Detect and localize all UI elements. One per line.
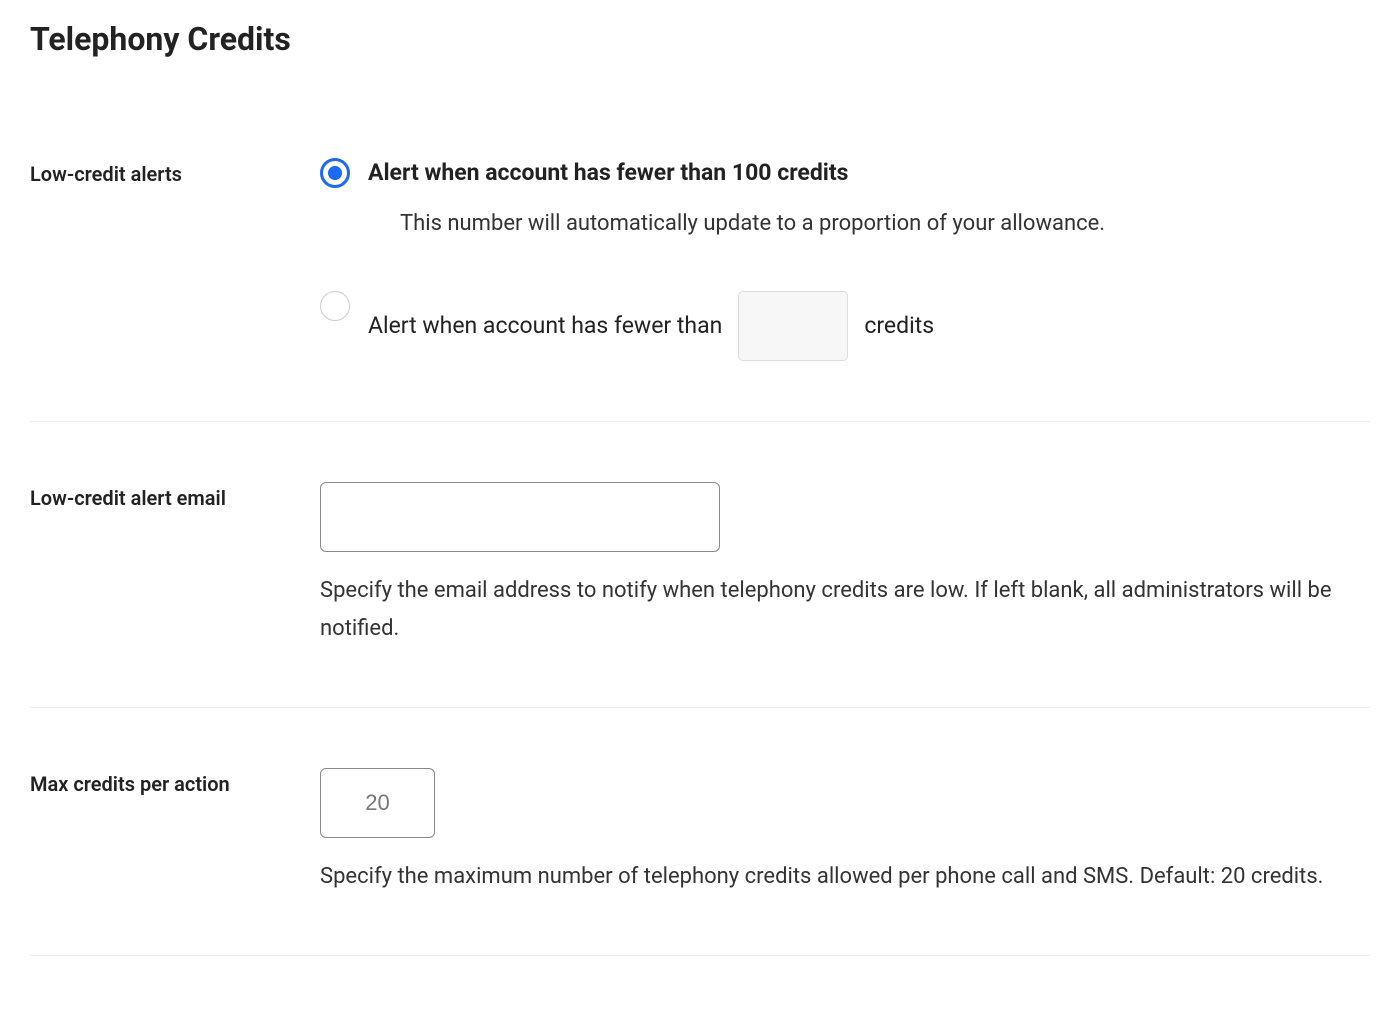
page-title: Telephony Credits <box>30 20 1370 58</box>
alert-option-custom-label: Alert when account has fewer than credit… <box>368 291 1370 361</box>
max-credits-label: Max credits per action <box>30 768 320 796</box>
alert-option-custom-prefix: Alert when account has fewer than <box>368 311 722 341</box>
max-credits-input[interactable] <box>320 768 435 838</box>
alert-email-input[interactable] <box>320 482 720 552</box>
low-credit-alerts-row: Low-credit alerts Alert when account has… <box>30 158 1370 422</box>
max-credits-row: Max credits per action Specify the maxim… <box>30 768 1370 956</box>
alert-option-custom[interactable]: Alert when account has fewer than credit… <box>320 291 1370 361</box>
alert-email-label: Low-credit alert email <box>30 482 320 510</box>
alert-custom-credits-input[interactable] <box>738 291 848 361</box>
low-credit-alerts-label: Low-credit alerts <box>30 158 320 186</box>
alert-email-row: Low-credit alert email Specify the email… <box>30 482 1370 708</box>
low-credit-alerts-content: Alert when account has fewer than 100 cr… <box>320 158 1370 361</box>
alert-email-content: Specify the email address to notify when… <box>320 482 1370 647</box>
alert-option-auto[interactable]: Alert when account has fewer than 100 cr… <box>320 158 1370 241</box>
alert-option-custom-suffix: credits <box>864 311 934 341</box>
alert-option-auto-label: Alert when account has fewer than 100 cr… <box>368 158 1370 188</box>
alert-option-auto-radio[interactable] <box>320 158 350 188</box>
max-credits-help: Specify the maximum number of telephony … <box>320 858 1370 895</box>
max-credits-content: Specify the maximum number of telephony … <box>320 768 1370 895</box>
alert-email-help: Specify the email address to notify when… <box>320 572 1370 647</box>
alert-option-custom-radio[interactable] <box>320 291 350 321</box>
alert-option-auto-help: This number will automatically update to… <box>368 206 1370 241</box>
